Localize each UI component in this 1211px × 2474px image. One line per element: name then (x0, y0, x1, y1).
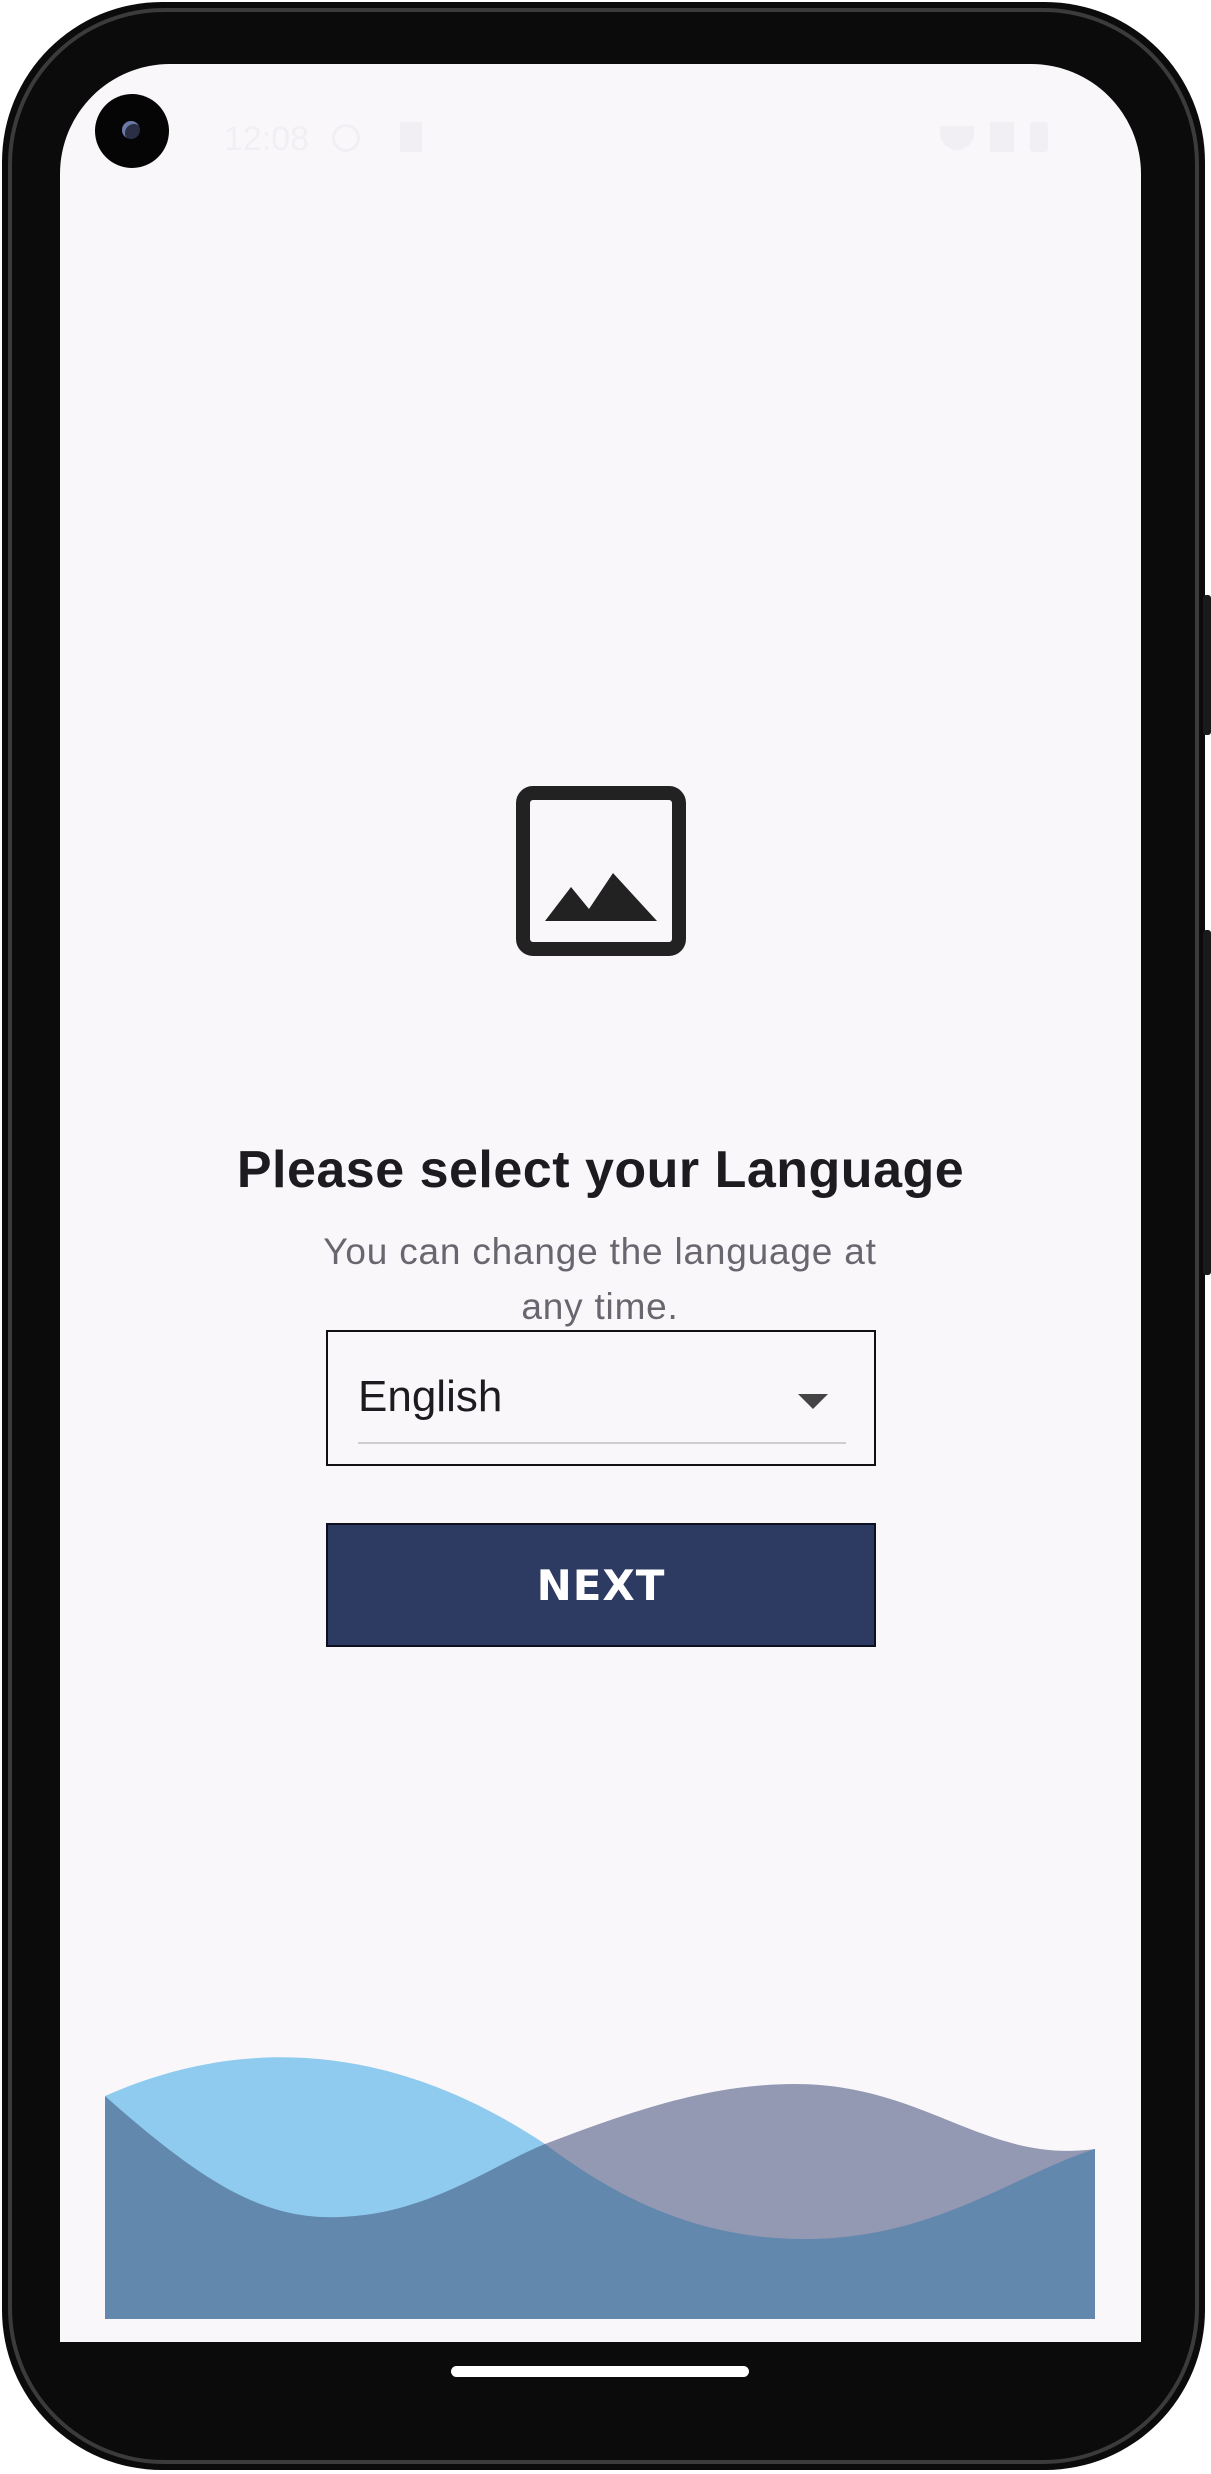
language-dropdown-value: English (358, 1372, 503, 1421)
arrow-drop-down-icon (798, 1394, 828, 1409)
page-subtitle: You can change the language at any time. (323, 1231, 877, 1327)
decorative-waves (105, 2057, 1095, 2319)
image-placeholder-icon (516, 786, 686, 956)
language-dropdown[interactable]: English (326, 1330, 876, 1466)
home-indicator[interactable] (451, 2366, 749, 2377)
onboarding-content: Please select your Language You can chan… (60, 64, 1141, 2342)
page-title: Please select your Language (236, 1141, 965, 1199)
screen: 12:08 Please select your Language You ca… (60, 64, 1141, 2342)
dropdown-underline (358, 1442, 846, 1444)
next-button[interactable]: NEXT (326, 1523, 876, 1647)
